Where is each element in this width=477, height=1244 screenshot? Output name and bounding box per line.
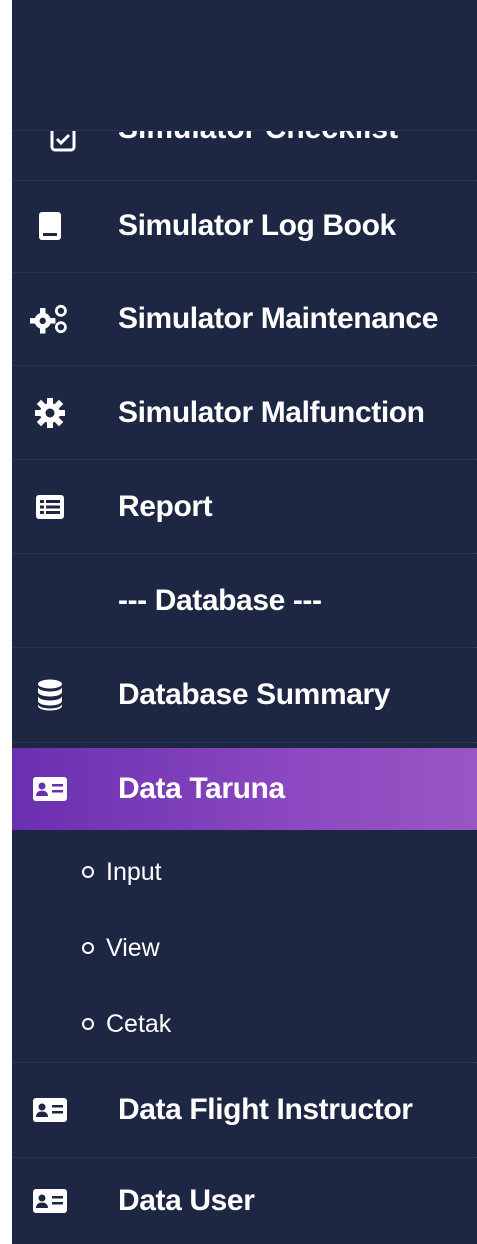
gear-icon bbox=[30, 393, 70, 433]
sidebar-item-simulator-log-book[interactable]: Simulator Log Book bbox=[12, 180, 477, 273]
circle-icon bbox=[82, 942, 94, 954]
sidebar-item-data-taruna[interactable]: Data Taruna bbox=[12, 748, 477, 830]
submenu-item-view[interactable]: View bbox=[12, 910, 477, 986]
sidebar-item-label: Database Summary bbox=[118, 678, 391, 711]
sidebar-item-label: Data Flight Instructor bbox=[118, 1093, 413, 1126]
submenu-item-label: View bbox=[106, 933, 160, 962]
sidebar-item-report[interactable]: Report bbox=[12, 460, 477, 554]
sidebar-section-database: --- Database --- bbox=[12, 554, 477, 648]
cogs-icon bbox=[30, 299, 70, 339]
sidebar-item-label: Simulator Maintenance bbox=[118, 302, 439, 335]
submenu-item-input[interactable]: Input bbox=[12, 834, 477, 910]
sidebar-item-label: Report bbox=[118, 489, 213, 523]
sidebar-item-label: Data Taruna bbox=[118, 772, 285, 805]
sidebar-item-simulator-maintenance[interactable]: Simulator Maintenance bbox=[12, 273, 477, 366]
database-icon bbox=[30, 675, 70, 715]
submenu-item-cetak[interactable]: Cetak bbox=[12, 986, 477, 1062]
list-icon bbox=[30, 487, 70, 527]
submenu-item-label: Input bbox=[106, 857, 162, 886]
section-spacer bbox=[30, 581, 70, 621]
circle-icon bbox=[82, 1018, 94, 1030]
sidebar-item-data-flight-instructor[interactable]: Data Flight Instructor bbox=[12, 1062, 477, 1158]
sidebar-item-label: Data User bbox=[118, 1184, 255, 1217]
id-card-icon bbox=[30, 769, 70, 809]
id-card-icon bbox=[30, 1181, 70, 1221]
book-icon bbox=[30, 206, 70, 246]
sidebar-item-label: Simulator Malfunction bbox=[118, 395, 425, 429]
id-card-icon bbox=[30, 1090, 70, 1130]
sidebar-section-label: --- Database --- bbox=[118, 583, 322, 617]
submenu-item-label: Cetak bbox=[106, 1009, 172, 1038]
sidebar-item-data-user[interactable]: Data User bbox=[12, 1158, 477, 1244]
sidebar-item-simulator-malfunction[interactable]: Simulator Malfunction bbox=[12, 366, 477, 460]
sidebar-item-database-summary[interactable]: Database Summary bbox=[12, 648, 477, 743]
sidebar-header bbox=[12, 0, 477, 131]
circle-icon bbox=[82, 866, 94, 878]
sidebar: Simulator Checklist Simulator Log Book S… bbox=[12, 0, 477, 1244]
sidebar-item-label: Simulator Log Book bbox=[118, 209, 396, 242]
